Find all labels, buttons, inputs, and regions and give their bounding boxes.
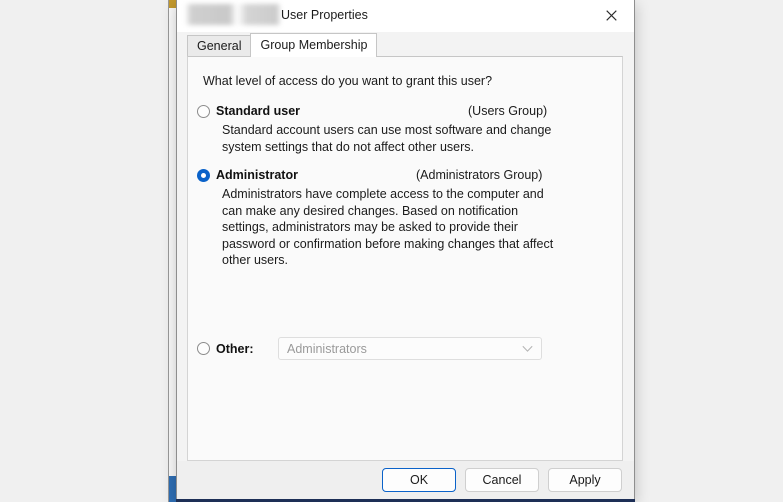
other-group-dropdown-value: Administrators [287,341,367,356]
option-administrator-row[interactable]: Administrator (Administrators Group) [197,167,612,183]
other-group-dropdown[interactable]: Administrators [278,337,542,360]
option-other[interactable]: Other: Administrators [197,337,542,360]
redacted-username [185,4,281,25]
option-administrator-label: Administrator [216,168,298,182]
dialog-title: User Properties [281,8,368,22]
radio-administrator[interactable] [197,169,210,182]
option-administrator[interactable]: Administrator (Administrators Group) Adm… [197,167,612,269]
option-standard-user-group: (Users Group) [468,104,548,118]
user-properties-dialog: User Properties General Group Membership… [176,0,635,500]
dialog-titlebar[interactable]: User Properties [177,0,634,32]
tab-general[interactable]: General [187,35,252,57]
option-standard-user-label: Standard user [216,104,301,118]
dialog-footer: OK Cancel Apply [177,461,634,499]
option-administrator-description: Administrators have complete access to t… [222,187,554,267]
option-other-label: Other: [216,341,254,356]
tab-strip: General Group Membership [177,32,634,57]
tab-group-membership[interactable]: Group Membership [250,33,378,57]
radio-other[interactable] [197,342,210,355]
access-level-prompt: What level of access do you want to gran… [203,74,493,88]
option-standard-user-row[interactable]: Standard user (Users Group) [197,103,612,119]
close-button[interactable] [589,0,634,31]
radio-standard-user[interactable] [197,105,210,118]
option-standard-user-description: Standard account users can use most soft… [222,123,552,154]
screen: User Properties General Group Membership… [0,0,783,502]
tab-content-panel: What level of access do you want to gran… [187,56,623,461]
cancel-button[interactable]: Cancel [465,468,539,492]
option-standard-user[interactable]: Standard user (Users Group) Standard acc… [197,103,612,155]
chevron-down-icon [522,345,533,352]
option-administrator-group: (Administrators Group) [416,168,543,182]
apply-button[interactable]: Apply [548,468,622,492]
close-icon [606,10,617,21]
ok-button[interactable]: OK [382,468,456,492]
